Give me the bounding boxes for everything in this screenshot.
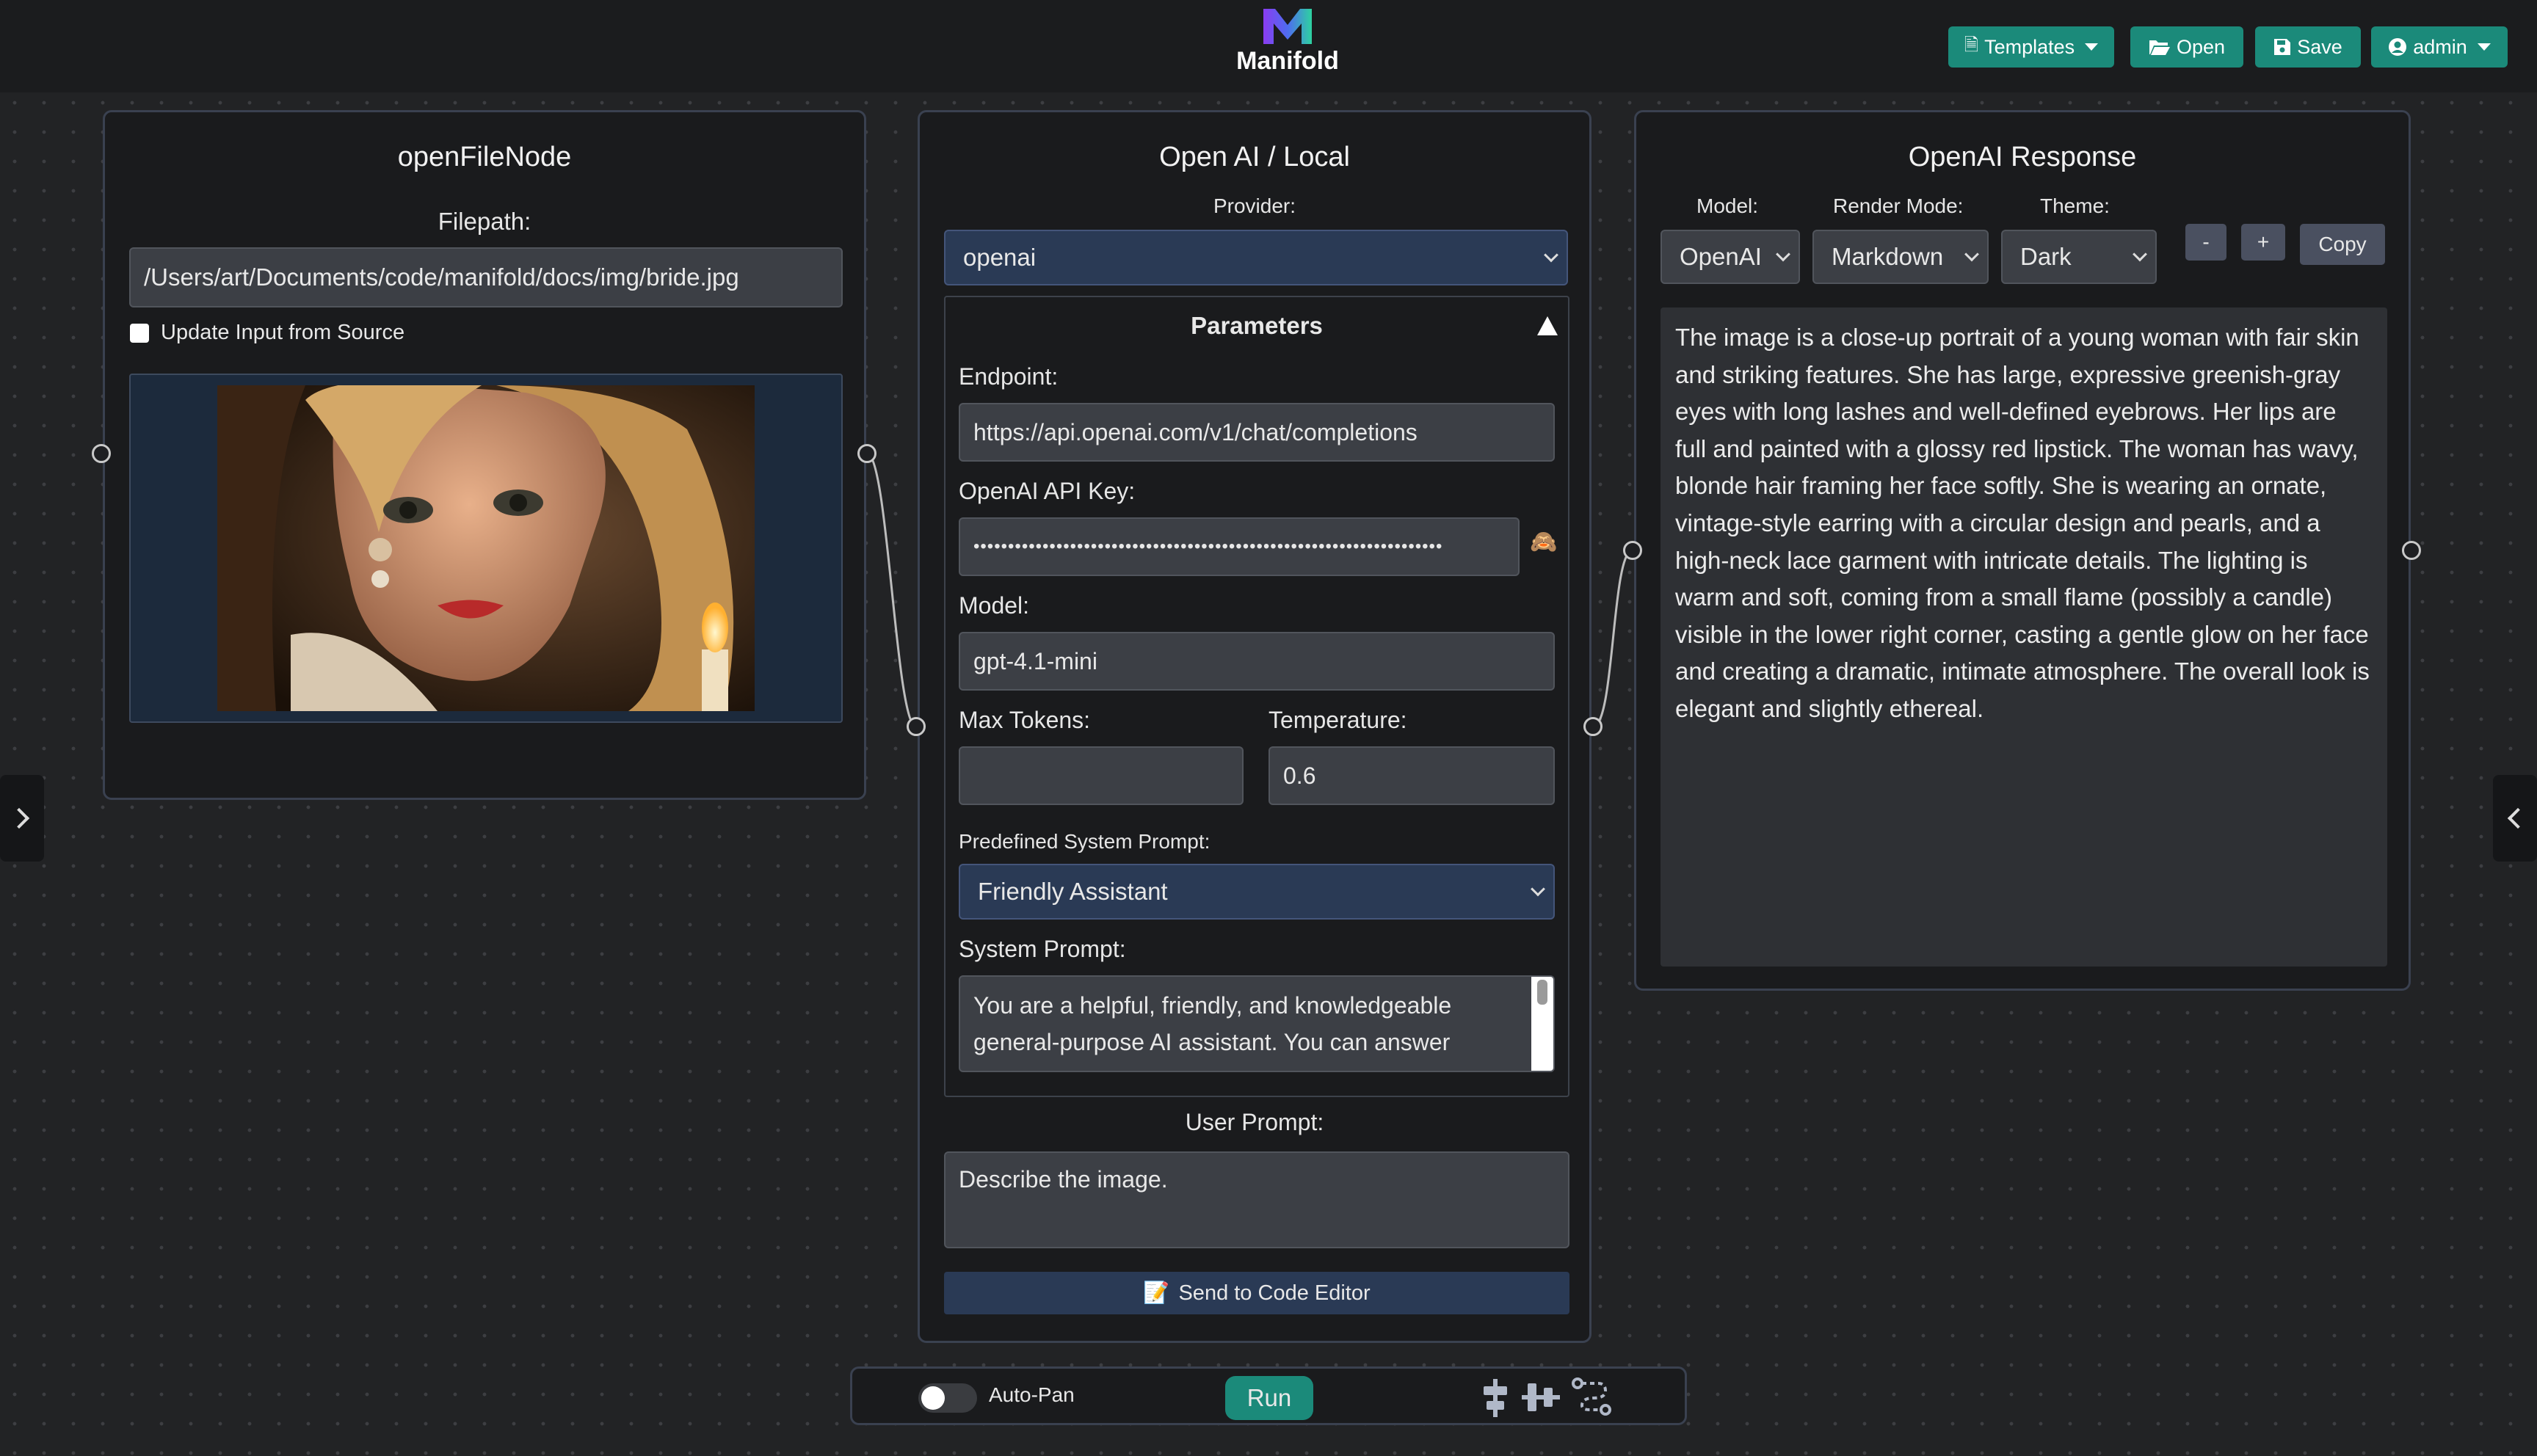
model-input[interactable]: gpt-4.1-mini xyxy=(959,632,1555,691)
predefined-prompt-value: Friendly Assistant xyxy=(978,878,1168,905)
align-horizontal-icon[interactable] xyxy=(1522,1380,1560,1414)
align-vertical-icon[interactable] xyxy=(1481,1379,1510,1417)
theme-select[interactable]: Dark xyxy=(2001,230,2157,284)
theme-value: Dark xyxy=(2020,243,2072,270)
llm-output-handle[interactable] xyxy=(1583,717,1603,736)
endpoint-label: Endpoint: xyxy=(959,363,1059,390)
run-button[interactable]: Run xyxy=(1225,1376,1313,1420)
provider-value: openai xyxy=(963,244,1037,271)
llm-input-handle[interactable] xyxy=(907,717,926,736)
font-decrease-button[interactable]: - xyxy=(2185,224,2226,261)
response-input-handle[interactable] xyxy=(1623,541,1642,560)
send-button-label: Send to Code Editor xyxy=(1178,1281,1371,1305)
chevron-down-icon xyxy=(1964,247,1979,262)
bottom-control-bar: Auto-Pan Run xyxy=(850,1366,1687,1425)
toggle-knob xyxy=(921,1386,945,1410)
chevron-down-icon xyxy=(1776,247,1790,262)
edge-file-to-llm xyxy=(866,452,917,728)
system-prompt-text: You are a helpful, friendly, and knowled… xyxy=(973,992,1452,1055)
chevron-down-icon xyxy=(2133,247,2147,262)
api-key-label: OpenAI API Key: xyxy=(959,478,1136,504)
user-prompt-label: User Prompt: xyxy=(1185,1109,1324,1135)
node-title: openFileNode xyxy=(397,142,572,172)
temperature-input[interactable]: 0.6 xyxy=(1268,746,1555,805)
open-file-input-handle[interactable] xyxy=(92,444,111,463)
parameters-panel: Parameters Endpoint: https://api.openai.… xyxy=(944,296,1569,1097)
predefined-prompt-select[interactable]: Friendly Assistant xyxy=(959,864,1555,920)
openai-local-node[interactable]: Open AI / Local Provider: openai Paramet… xyxy=(918,110,1591,1343)
provider-select[interactable]: openai xyxy=(944,230,1568,285)
send-to-code-editor-button[interactable]: 📝 Send to Code Editor xyxy=(944,1272,1569,1314)
filepath-label: Filepath: xyxy=(438,208,531,235)
openai-response-node[interactable]: OpenAI Response Model: OpenAI Render Mod… xyxy=(1634,110,2411,991)
reveal-key-icon[interactable]: 🙈 xyxy=(1530,529,1557,555)
collapse-triangle-icon[interactable] xyxy=(1537,316,1558,335)
open-file-output-handle[interactable] xyxy=(857,444,876,463)
response-output: The image is a close-up portrait of a yo… xyxy=(1661,307,2387,967)
scrollbar-thumb[interactable] xyxy=(1537,980,1547,1005)
update-input-checkbox[interactable] xyxy=(130,323,149,343)
api-key-input[interactable]: ••••••••••••••••••••••••••••••••••••••••… xyxy=(959,517,1520,576)
response-model-select[interactable]: OpenAI xyxy=(1661,230,1800,284)
predefined-prompt-label: Predefined System Prompt: xyxy=(959,830,1211,853)
chevron-down-icon xyxy=(1531,881,1545,897)
max-tokens-label: Max Tokens: xyxy=(959,707,1091,733)
temperature-label: Temperature: xyxy=(1268,707,1407,733)
scrollbar-track[interactable] xyxy=(1531,977,1553,1071)
chevron-down-icon xyxy=(1544,247,1558,263)
user-prompt-textarea[interactable]: Describe the image. xyxy=(944,1151,1569,1248)
auto-layout-icon[interactable] xyxy=(1572,1377,1613,1417)
autopan-label: Auto-Pan xyxy=(989,1383,1075,1406)
response-model-value: OpenAI xyxy=(1680,243,1762,270)
theme-label: Theme: xyxy=(2040,194,2110,217)
memo-icon: 📝 xyxy=(1143,1281,1170,1305)
endpoint-input[interactable]: https://api.openai.com/v1/chat/completio… xyxy=(959,403,1555,462)
node-title: OpenAI Response xyxy=(1908,142,2137,172)
node-title: Open AI / Local xyxy=(1159,142,1350,172)
model-label: Model: xyxy=(959,592,1030,619)
filepath-input[interactable]: /Users/art/Documents/code/manifold/docs/… xyxy=(129,247,843,307)
open-file-node[interactable]: openFileNode Filepath: /Users/art/Docume… xyxy=(103,110,866,800)
font-increase-button[interactable]: + xyxy=(2241,224,2285,261)
autopan-toggle[interactable] xyxy=(918,1383,977,1413)
render-mode-select[interactable]: Markdown xyxy=(1812,230,1989,284)
image-preview xyxy=(129,374,843,723)
portrait-image xyxy=(217,385,755,711)
update-input-checkbox-row[interactable]: Update Input from Source xyxy=(130,321,404,345)
response-model-label: Model: xyxy=(1696,194,1759,217)
update-input-label: Update Input from Source xyxy=(161,321,405,344)
copy-button[interactable]: Copy xyxy=(2300,224,2385,265)
provider-label: Provider: xyxy=(1213,194,1296,217)
response-output-handle[interactable] xyxy=(2402,541,2421,560)
edge-llm-to-response xyxy=(1592,549,1633,728)
system-prompt-textarea[interactable]: You are a helpful, friendly, and knowled… xyxy=(959,975,1555,1072)
render-mode-value: Markdown xyxy=(1832,243,1944,270)
render-mode-label: Render Mode: xyxy=(1833,194,1964,217)
system-prompt-label: System Prompt: xyxy=(959,936,1126,962)
parameters-title: Parameters xyxy=(1191,312,1323,339)
max-tokens-input[interactable] xyxy=(959,746,1244,805)
